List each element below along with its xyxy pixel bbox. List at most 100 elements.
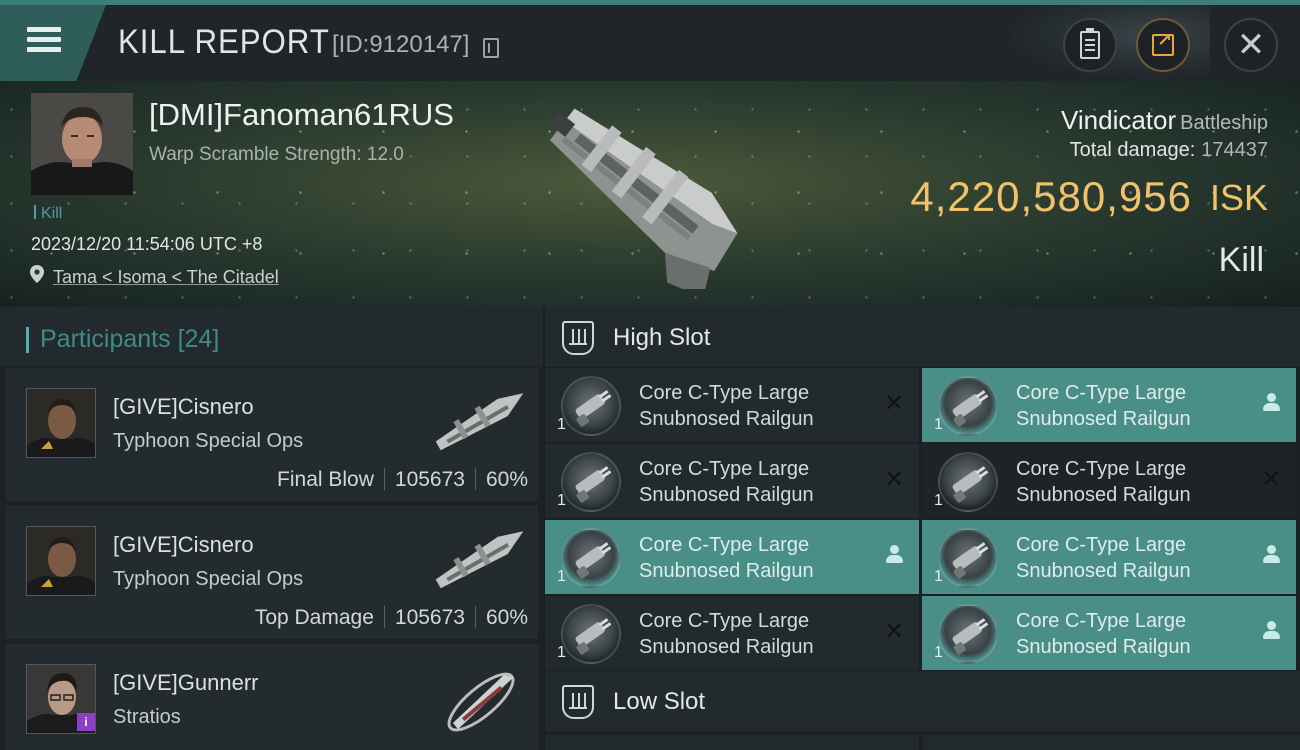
module-name: Core C-Type Large Snubnosed Railgun bbox=[1016, 458, 1191, 506]
user-icon bbox=[1260, 620, 1282, 644]
module-quantity: 1 bbox=[934, 416, 943, 433]
railgun-icon bbox=[561, 376, 621, 436]
total-damage: Total damage: 174437 bbox=[1070, 139, 1268, 162]
page-title: KILL REPORT bbox=[118, 23, 330, 61]
module-item[interactable]: 1 Core C-Type Large Snubnosed Railgun bbox=[922, 520, 1296, 594]
participant-avatar[interactable] bbox=[26, 526, 96, 596]
participant-ship-icon[interactable] bbox=[426, 518, 536, 598]
share-button[interactable] bbox=[1136, 18, 1190, 72]
clipboard-icon bbox=[1080, 28, 1100, 59]
module-item[interactable]: 1 Core C-Type Large Snubnosed Railgun ✕ bbox=[545, 444, 919, 518]
low-slot-icon bbox=[562, 685, 594, 719]
railgun-icon bbox=[561, 604, 621, 664]
victim-avatar[interactable] bbox=[31, 93, 133, 195]
module-quantity: 1 bbox=[934, 492, 943, 509]
total-damage-value: 174437 bbox=[1201, 139, 1268, 161]
x-icon: ✕ bbox=[1260, 466, 1282, 493]
railgun-icon bbox=[938, 376, 998, 436]
module-item[interactable]: 1 Core C-Type Large Snubnosed Railgun ✕ bbox=[545, 368, 919, 442]
module-quantity: 1 bbox=[557, 416, 566, 433]
clipboard-button[interactable] bbox=[1063, 18, 1117, 72]
ship-class: Battleship bbox=[1180, 112, 1268, 134]
low-slot-header: Low Slot bbox=[545, 671, 1300, 731]
user-icon bbox=[1260, 392, 1282, 416]
railgun-icon bbox=[561, 528, 621, 588]
x-icon: ✕ bbox=[883, 390, 905, 417]
kill-location-link[interactable]: Tama < Isoma < The Citadel bbox=[53, 267, 279, 288]
x-icon: ✕ bbox=[883, 618, 905, 645]
participant-percent: 60% bbox=[485, 468, 528, 491]
railgun-icon bbox=[938, 528, 998, 588]
module-name: Core C-Type Large Snubnosed Railgun bbox=[639, 382, 814, 430]
isk-label: ISK bbox=[1209, 177, 1268, 218]
module-name: Core C-Type Large Snubnosed Railgun bbox=[1016, 534, 1191, 582]
participant-card[interactable]: [GIVE]Cisnero Typhoon Special Ops Top Da… bbox=[6, 506, 538, 639]
victim-ship-type: Vindicator Battleship bbox=[1061, 105, 1268, 136]
participant-damage: 105673 bbox=[394, 606, 465, 629]
module-name: Core C-Type Large Snubnosed Railgun bbox=[1016, 610, 1191, 658]
module-item[interactable]: 1 Core C-Type Large Snubnosed Railgun bbox=[545, 520, 919, 594]
module-item[interactable]: 1 Core C-Type Large Snubnosed Railgun ✕ bbox=[922, 444, 1296, 518]
participant-ship: Stratios bbox=[113, 706, 181, 728]
participant-ship-icon[interactable] bbox=[426, 650, 536, 742]
ship-name[interactable]: Vindicator bbox=[1061, 105, 1176, 135]
participant-ship: Typhoon Special Ops bbox=[113, 568, 304, 590]
module-name: Core C-Type Large Snubnosed Railgun bbox=[639, 534, 814, 582]
kill-timestamp: 2023/12/20 11:54:06 UTC +8 bbox=[31, 234, 263, 254]
module-name: Core C-Type Large Snubnosed Railgun bbox=[1016, 382, 1191, 430]
module-item[interactable]: 1 Core C-Type Large Snubnosed Railgun bbox=[922, 596, 1296, 670]
close-icon: ✕ bbox=[1236, 26, 1266, 64]
module-item[interactable]: 1 Core C-Type Large Snubnosed Railgun bbox=[922, 368, 1296, 442]
share-icon bbox=[1152, 30, 1174, 56]
victim-name[interactable]: [DMI]Fanoman61RUS bbox=[149, 97, 454, 133]
railgun-icon bbox=[561, 452, 621, 512]
participant-ship-icon[interactable] bbox=[426, 380, 536, 460]
copy-icon[interactable] bbox=[483, 38, 499, 58]
participant-role: Final Blow bbox=[277, 468, 374, 491]
module-quantity: 1 bbox=[557, 568, 566, 585]
participant-card[interactable]: [GIVE]Cisnero Typhoon Special Ops Final … bbox=[6, 368, 538, 501]
victim-ship-render[interactable] bbox=[520, 89, 770, 289]
participant-role: Top Damage bbox=[254, 606, 374, 629]
close-button[interactable]: ✕ bbox=[1224, 18, 1278, 72]
participant-stats: Top Damage 105673 60% bbox=[255, 606, 528, 630]
location-pin-icon bbox=[30, 265, 44, 283]
fitting-panel[interactable]: High Slot 1 Core C-Type Large Snubnosed Ra… bbox=[545, 307, 1300, 750]
info-badge-icon: i bbox=[77, 713, 95, 731]
participants-panel[interactable]: Participants [24] [GIVE]Cisnero Typhoon … bbox=[0, 307, 543, 750]
user-icon bbox=[883, 544, 905, 568]
low-slot-title: Low Slot bbox=[613, 688, 706, 715]
module-quantity: 1 bbox=[557, 492, 566, 509]
high-slot-title: High Slot bbox=[613, 324, 711, 351]
header-bar: KILL REPORT [ID:9120147] ✕ bbox=[0, 5, 1300, 81]
participant-card[interactable]: i [GIVE]Gunnerr Stratios bbox=[6, 644, 538, 750]
participants-header: Participants [24] bbox=[0, 307, 543, 367]
report-id: [ID:9120147] bbox=[332, 31, 470, 58]
isk-value: 4,220,580,956 bbox=[910, 173, 1192, 220]
high-slot-icon bbox=[562, 321, 594, 355]
total-damage-label: Total damage: bbox=[1069, 139, 1196, 161]
module-name: Core C-Type Large Snubnosed Railgun bbox=[639, 610, 814, 658]
menu-button[interactable] bbox=[0, 5, 106, 81]
participant-name[interactable]: [GIVE]Cisnero bbox=[113, 532, 254, 558]
participant-name[interactable]: [GIVE]Gunnerr bbox=[113, 670, 259, 696]
module-item[interactable]: 1 Core C-Type Large Snubnosed Railgun ✕ bbox=[545, 596, 919, 670]
participant-name[interactable]: [GIVE]Cisnero bbox=[113, 394, 254, 420]
module-quantity: 1 bbox=[557, 644, 566, 661]
kill-result-label: Kill bbox=[1218, 241, 1264, 279]
hamburger-icon bbox=[27, 27, 63, 53]
participant-stats: Final Blow 105673 60% bbox=[277, 468, 528, 492]
x-icon: ✕ bbox=[883, 466, 905, 493]
railgun-icon bbox=[938, 604, 998, 664]
participant-avatar[interactable]: i bbox=[26, 664, 96, 734]
participant-avatar[interactable] bbox=[26, 388, 96, 458]
module-quantity: 1 bbox=[934, 644, 943, 661]
low-slot-partial-row bbox=[545, 735, 1300, 750]
participants-count: [24] bbox=[177, 325, 220, 353]
participant-damage: 105673 bbox=[394, 468, 465, 491]
participants-title: Participants [24] bbox=[40, 325, 220, 353]
user-icon bbox=[1260, 544, 1282, 568]
railgun-icon bbox=[938, 452, 998, 512]
module-name: Core C-Type Large Snubnosed Railgun bbox=[639, 458, 814, 506]
high-slot-header: High Slot bbox=[545, 307, 1300, 367]
